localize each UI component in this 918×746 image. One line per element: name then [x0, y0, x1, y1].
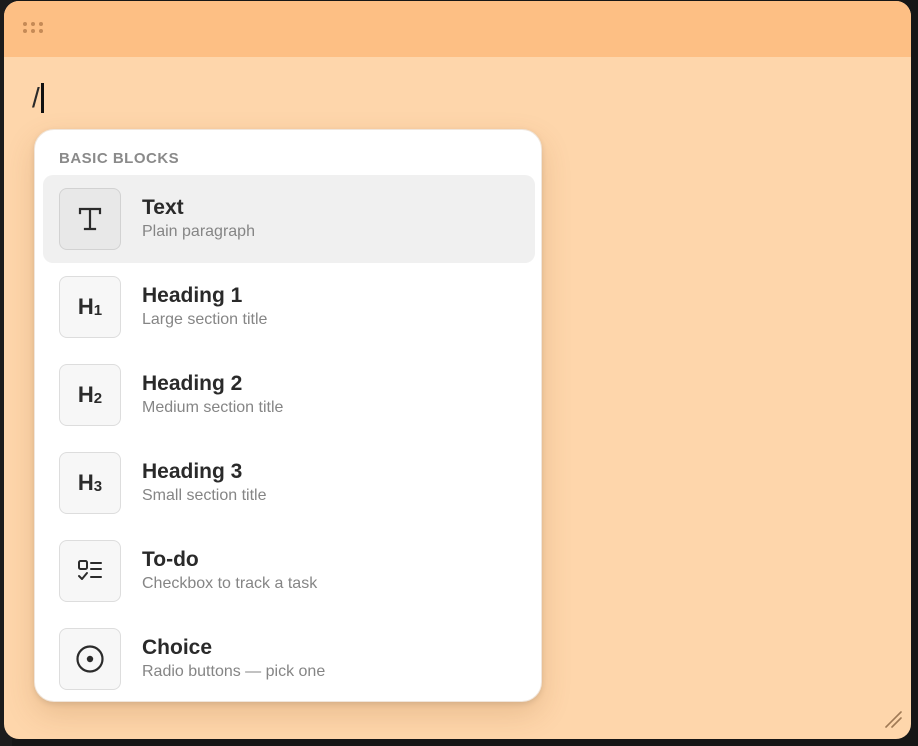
heading-1-icon: H1 — [59, 276, 121, 338]
menu-item-title: Heading 3 — [142, 459, 243, 483]
todo-checklist-icon — [59, 540, 121, 602]
menu-item-title: Text — [142, 195, 184, 219]
menu-item-choice[interactable]: Choice Radio buttons — pick one — [43, 615, 535, 703]
menu-item-description: Small section title — [142, 486, 267, 504]
menu-item-heading-2[interactable]: H2 Heading 2 Medium section title — [43, 351, 535, 439]
heading-2-icon: H2 — [59, 364, 121, 426]
text-icon — [59, 188, 121, 250]
menu-item-heading-3[interactable]: H3 Heading 3 Small section title — [43, 439, 535, 527]
editor-input-line[interactable]: / — [32, 81, 44, 115]
menu-item-description: Medium section title — [142, 398, 284, 416]
drag-handle-icon[interactable] — [23, 22, 47, 36]
resize-grip-icon[interactable] — [883, 709, 903, 729]
menu-item-todo[interactable]: To-do Checkbox to track a task — [43, 527, 535, 615]
menu-item-description: Large section title — [142, 310, 268, 328]
title-bar[interactable] — [4, 1, 911, 57]
section-label: BASIC BLOCKS — [59, 150, 180, 167]
note-window: / BASIC BLOCKS Text Plain paragraph H1 H… — [4, 1, 911, 739]
menu-item-text[interactable]: Text Plain paragraph — [43, 175, 535, 263]
menu-item-title: Heading 1 — [142, 283, 243, 307]
heading-3-icon: H3 — [59, 452, 121, 514]
text-caret — [40, 83, 44, 113]
menu-item-description: Radio buttons — pick one — [142, 662, 326, 680]
menu-item-description: Plain paragraph — [142, 222, 255, 240]
radio-button-icon — [59, 628, 121, 690]
menu-item-description: Checkbox to track a task — [142, 574, 318, 592]
block-type-menu: BASIC BLOCKS Text Plain paragraph H1 Hea… — [34, 129, 542, 702]
menu-item-title: To-do — [142, 547, 199, 571]
menu-item-title: Choice — [142, 635, 213, 659]
menu-item-title: Heading 2 — [142, 371, 243, 395]
menu-item-heading-1[interactable]: H1 Heading 1 Large section title — [43, 263, 535, 351]
typed-text: / — [32, 82, 40, 113]
